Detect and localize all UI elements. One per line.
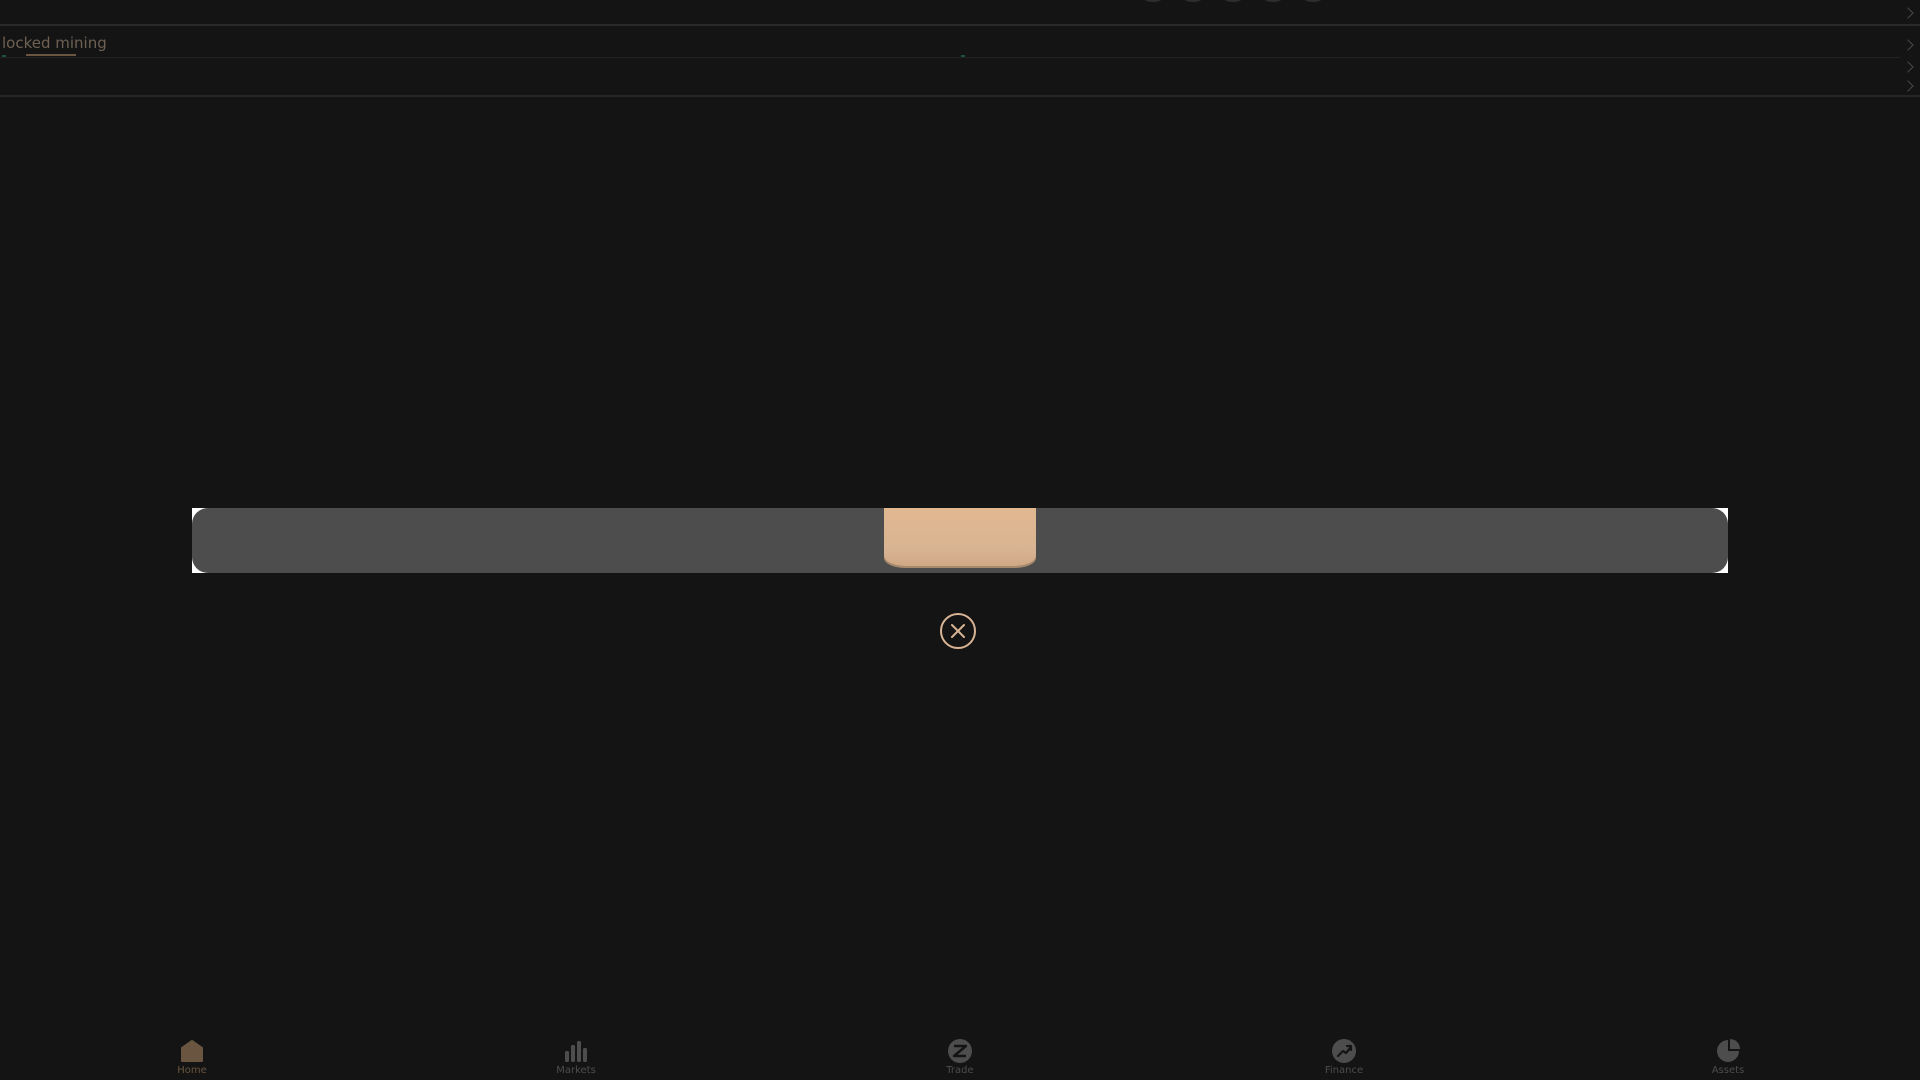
nav-label-assets: Assets <box>1711 1065 1745 1076</box>
chevron-right-icon[interactable] <box>1902 7 1914 19</box>
bottom-navigation: Home Markets Trade Finance Assets <box>0 1030 1920 1080</box>
nav-label-finance: Finance <box>1324 1065 1364 1076</box>
popup-card <box>192 508 1728 573</box>
divider <box>0 24 1920 26</box>
nav-label-markets: Markets <box>556 1065 596 1076</box>
header-blurred-text <box>1140 0 1326 2</box>
home-icon <box>179 1038 205 1064</box>
nav-assets[interactable]: Assets <box>1668 1038 1788 1076</box>
tab-bar: locked mining <box>0 34 109 56</box>
active-tab-indicator <box>26 54 76 56</box>
popup-handle[interactable] <box>884 508 1036 566</box>
close-popup-button[interactable] <box>940 613 976 649</box>
trade-icon <box>947 1038 973 1064</box>
app-screen: locked mining Home Markets Trade Finance… <box>0 0 1920 1080</box>
nav-label-trade: Trade <box>946 1065 974 1076</box>
nav-home[interactable]: Home <box>132 1038 252 1076</box>
nav-trade[interactable]: Trade <box>900 1038 1020 1076</box>
close-icon <box>951 624 965 638</box>
tab-locked-mining[interactable]: locked mining <box>0 34 109 52</box>
nav-markets[interactable]: Markets <box>516 1038 636 1076</box>
chevron-right-icon[interactable] <box>1902 39 1914 51</box>
pie-chart-icon <box>1715 1038 1741 1064</box>
divider <box>0 57 1900 58</box>
finance-icon <box>1331 1038 1357 1064</box>
divider <box>0 95 1920 97</box>
nav-label-home: Home <box>177 1065 207 1076</box>
chevron-right-icon[interactable] <box>1902 61 1914 73</box>
popup-dialog <box>192 508 1728 573</box>
bar-chart-icon <box>563 1038 589 1064</box>
chevron-right-icon[interactable] <box>1902 80 1914 92</box>
nav-finance[interactable]: Finance <box>1284 1038 1404 1076</box>
